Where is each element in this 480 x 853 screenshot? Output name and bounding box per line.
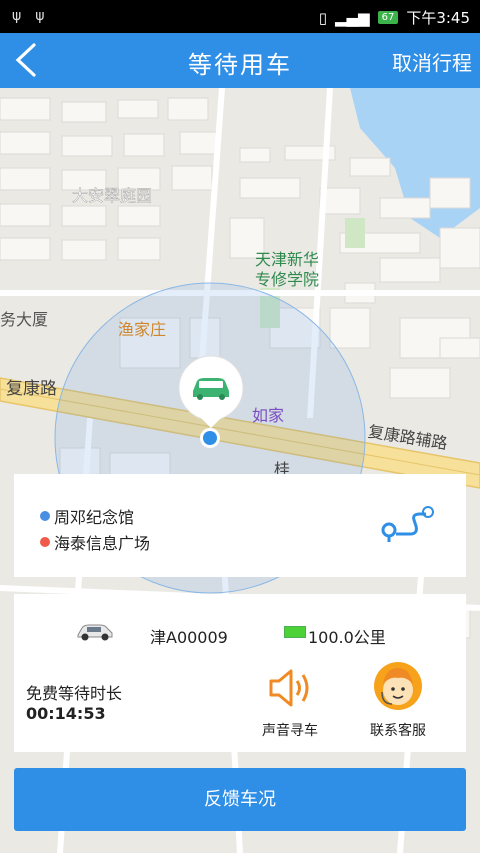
vibrate-icon: ▯ xyxy=(318,8,327,27)
waiting-label: 免费等待时长 xyxy=(26,684,123,703)
route-end-row: 海泰信息广场 xyxy=(40,530,150,554)
route-card: 周邓纪念馆 海泰信息广场 xyxy=(14,474,466,577)
car-marker-icon xyxy=(193,378,229,400)
status-time: 下午3:45 xyxy=(406,9,470,27)
signal-icon: ▂▄▆ xyxy=(334,8,370,27)
nav-bar: 等待用车 取消行程 xyxy=(0,33,480,88)
sound-find-car-button[interactable]: 声音寻车 xyxy=(254,666,326,740)
map-label-building: 务大厦 xyxy=(0,310,49,329)
contact-service-label: 联系客服 xyxy=(370,723,426,739)
route-start: 周邓纪念馆 xyxy=(54,508,135,527)
map-label-restaurant: 渔家庄 xyxy=(118,320,167,339)
map-label-community: 大安翠庭园 xyxy=(72,186,153,205)
start-dot-icon xyxy=(40,511,50,521)
waiting-time: 00:14:53 xyxy=(26,704,106,723)
route-start-row: 周邓纪念馆 xyxy=(40,504,134,528)
vehicle-info-card: 津A00009 100.0公里 免费等待时长 00:14:53 声音寻车 联系客… xyxy=(14,594,466,752)
status-bar: ψ ψ ▯ ▂▄▆ 67 下午3:45 xyxy=(0,0,480,33)
range-text: 100.0公里 xyxy=(308,628,386,647)
battery-icon: 67 xyxy=(377,11,399,24)
route-map-icon[interactable] xyxy=(380,504,436,544)
speaker-icon xyxy=(269,669,309,707)
contact-service-button[interactable]: 联系客服 xyxy=(362,660,434,740)
map-label-hotel: 如家 xyxy=(252,406,285,425)
end-dot-icon xyxy=(40,537,50,547)
usb-icon: ψ xyxy=(12,8,22,24)
feedback-button[interactable]: 反馈车况 xyxy=(14,768,466,831)
vehicle-thumbnail-icon xyxy=(77,624,113,641)
cancel-trip-button[interactable]: 取消行程 xyxy=(392,47,472,76)
map-label-road-main: 复康路 xyxy=(6,379,57,399)
battery-level-icon xyxy=(284,626,306,638)
route-end: 海泰信息广场 xyxy=(54,534,151,553)
sound-find-car-label: 声音寻车 xyxy=(262,723,318,739)
map-label-school-2: 专修学院 xyxy=(255,270,320,289)
plate-number: 津A00009 xyxy=(150,628,228,647)
customer-service-icon xyxy=(374,662,422,710)
usb-debug-icon: ψ xyxy=(35,8,45,24)
